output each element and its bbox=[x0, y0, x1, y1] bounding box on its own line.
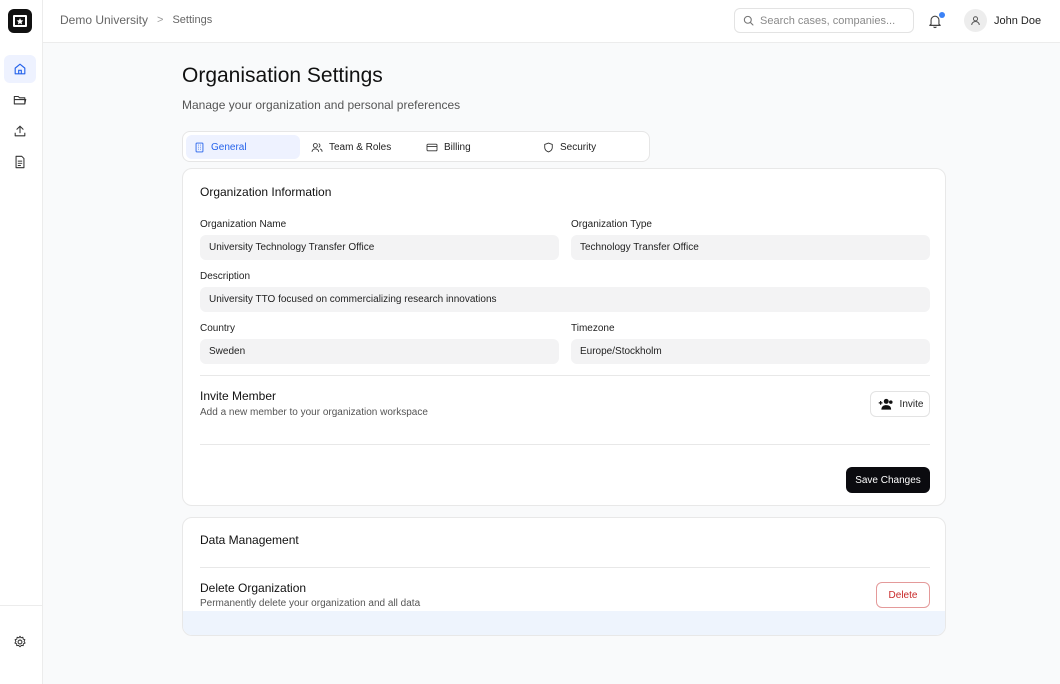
data-management-title: Data Management bbox=[200, 533, 299, 547]
section-divider bbox=[200, 375, 930, 376]
card-footer-strip bbox=[183, 611, 945, 635]
upload-icon bbox=[14, 125, 26, 137]
sidebar-item-home[interactable] bbox=[4, 55, 36, 83]
breadcrumb-root[interactable]: Demo University bbox=[60, 13, 148, 27]
invite-member-subtitle: Add a new member to your organization wo… bbox=[200, 407, 428, 418]
save-changes-button[interactable]: Save Changes bbox=[846, 467, 930, 493]
section-divider bbox=[200, 567, 930, 568]
organization-name-input[interactable] bbox=[200, 235, 559, 260]
logo-mark-icon bbox=[13, 15, 27, 27]
organization-type-input[interactable] bbox=[571, 235, 930, 260]
building-icon bbox=[195, 142, 204, 152]
delete-organization-button[interactable]: Delete bbox=[876, 582, 930, 608]
organization-type-label: Organization Type bbox=[571, 219, 652, 230]
tab-general[interactable]: General bbox=[186, 135, 300, 159]
document-icon bbox=[15, 155, 25, 169]
folder-icon bbox=[13, 95, 27, 105]
sidebar-item-folders[interactable] bbox=[4, 86, 36, 114]
credit-card-icon bbox=[426, 143, 438, 151]
country-label: Country bbox=[200, 323, 236, 334]
page-subtitle: Manage your organization and personal pr… bbox=[182, 98, 461, 112]
page-title: Organisation Settings bbox=[182, 64, 383, 87]
user-menu[interactable]: John Doe bbox=[964, 9, 1041, 32]
notifications-button[interactable] bbox=[928, 12, 945, 30]
tab-team-roles-label: Team & Roles bbox=[329, 141, 392, 153]
avatar bbox=[964, 9, 987, 32]
settings-tabs: General Team & Roles Billing Security bbox=[182, 131, 650, 162]
sidebar-divider bbox=[0, 605, 43, 606]
delete-organization-title: Delete Organization bbox=[200, 581, 307, 595]
tab-security-label: Security bbox=[560, 141, 597, 153]
timezone-label: Timezone bbox=[571, 323, 615, 334]
search-box[interactable] bbox=[734, 8, 914, 33]
breadcrumb-current: Settings bbox=[172, 14, 213, 26]
gear-icon bbox=[14, 635, 26, 648]
user-icon bbox=[971, 16, 980, 26]
delete-organization-subtitle: Permanently delete your organization and… bbox=[200, 598, 421, 609]
invite-member-title: Invite Member bbox=[200, 389, 277, 403]
tab-security[interactable]: Security bbox=[535, 135, 647, 159]
description-input[interactable] bbox=[200, 287, 930, 312]
data-management-card: Data Management Delete Organization Perm… bbox=[182, 517, 946, 636]
invite-button-label: Invite bbox=[899, 398, 924, 410]
sidebar-item-settings[interactable] bbox=[4, 628, 36, 656]
sidebar-item-documents[interactable] bbox=[4, 148, 36, 176]
country-input[interactable] bbox=[200, 339, 559, 364]
timezone-input[interactable] bbox=[571, 339, 930, 364]
top-bar: Demo University > Settings John Doe bbox=[43, 0, 1060, 43]
add-user-icon bbox=[878, 398, 893, 410]
users-icon bbox=[311, 142, 323, 152]
organization-info-title: Organization Information bbox=[200, 185, 332, 199]
tab-team-roles[interactable]: Team & Roles bbox=[303, 135, 415, 159]
tab-billing[interactable]: Billing bbox=[418, 135, 532, 159]
description-label: Description bbox=[200, 271, 251, 282]
organization-name-label: Organization Name bbox=[200, 219, 287, 230]
tab-billing-label: Billing bbox=[444, 141, 471, 153]
invite-button[interactable]: Invite bbox=[870, 391, 930, 417]
user-name: John Doe bbox=[994, 14, 1042, 27]
organization-info-card: Organization Information Organization Na… bbox=[182, 168, 946, 506]
search-input[interactable] bbox=[760, 14, 900, 27]
section-divider bbox=[200, 444, 930, 445]
search-icon bbox=[743, 15, 754, 26]
app-logo[interactable] bbox=[8, 9, 32, 33]
tab-general-label: General bbox=[211, 141, 247, 153]
sidebar bbox=[0, 0, 43, 684]
home-icon bbox=[14, 63, 26, 75]
shield-icon bbox=[544, 142, 553, 152]
notification-dot bbox=[939, 12, 945, 18]
breadcrumb-separator: > bbox=[157, 14, 164, 26]
breadcrumb: Demo University > Settings bbox=[60, 13, 212, 27]
sidebar-item-upload[interactable] bbox=[4, 117, 36, 145]
